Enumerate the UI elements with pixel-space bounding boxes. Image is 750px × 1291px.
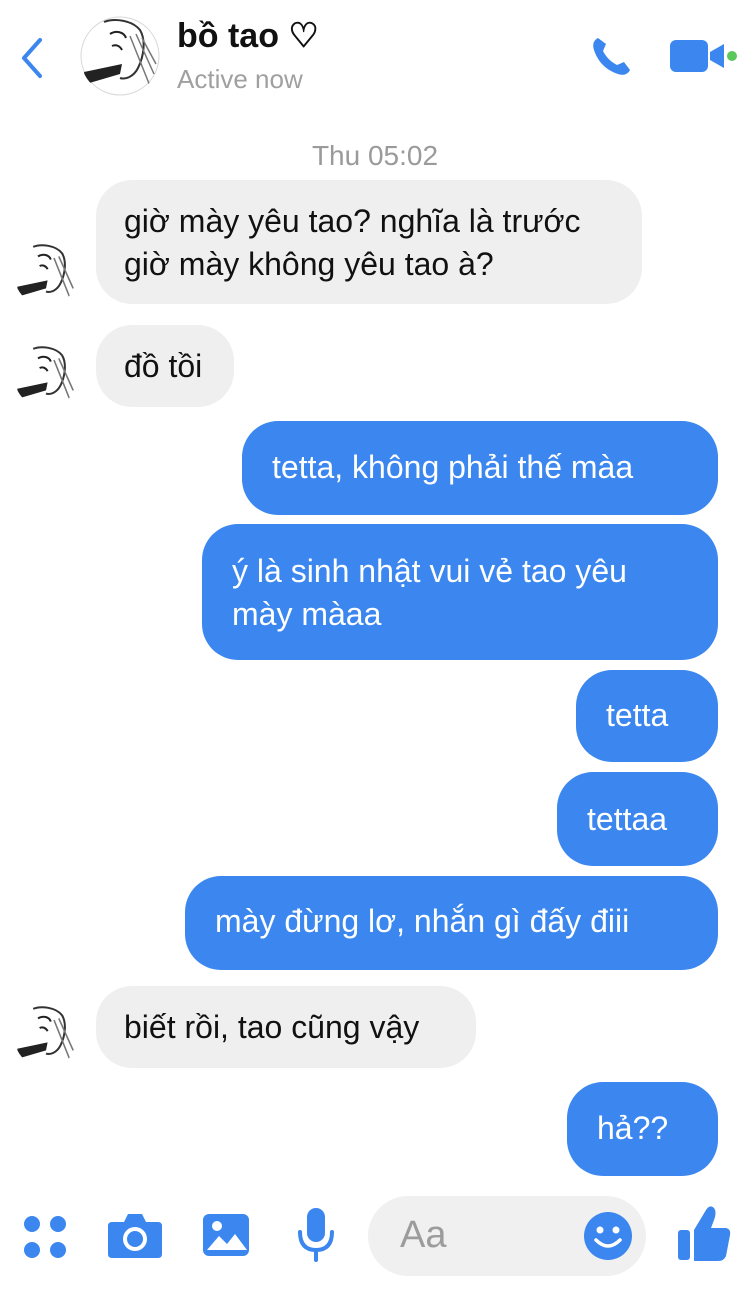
message-bubble-outgoing[interactable]: tettaa — [557, 772, 718, 866]
online-indicator — [727, 51, 737, 61]
image-icon[interactable] — [201, 1210, 251, 1260]
message-timestamp: Thu 05:02 — [311, 140, 439, 171]
back-chevron-icon[interactable] — [18, 36, 48, 80]
sender-avatar[interactable] — [14, 242, 78, 306]
emoji-icon[interactable] — [582, 1210, 634, 1262]
message-bubble-outgoing[interactable]: hả?? — [567, 1082, 718, 1176]
sender-avatar[interactable] — [14, 344, 78, 408]
microphone-icon[interactable] — [296, 1206, 336, 1264]
contact-avatar[interactable] — [80, 16, 160, 96]
video-camera-icon[interactable] — [668, 36, 740, 76]
message-bubble-incoming[interactable]: giờ mày yêu tao? nghĩa là trước giờ mày … — [96, 180, 642, 304]
camera-icon[interactable] — [106, 1210, 164, 1262]
message-input-placeholder: Aa — [400, 1214, 447, 1256]
message-bubble-incoming[interactable]: đồ tồi — [96, 325, 234, 407]
contact-name[interactable]: bồ tao ♡ — [177, 16, 319, 56]
thumbs-up-icon[interactable] — [676, 1204, 732, 1264]
apps-icon[interactable] — [20, 1212, 70, 1262]
message-bubble-outgoing[interactable]: mày đừng lơ, nhắn gì đấy điii — [185, 876, 718, 970]
active-status: Active now — [177, 64, 303, 94]
message-bubble-outgoing[interactable]: tetta — [576, 670, 718, 762]
sender-avatar[interactable] — [14, 1004, 78, 1068]
message-bubble-outgoing[interactable]: tetta, không phải thế màa — [242, 421, 718, 515]
message-bubble-outgoing[interactable]: ý là sinh nhật vui vẻ tao yêu mày màaa — [202, 524, 718, 660]
conversation-header: bồ tao ♡ Active now — [0, 0, 750, 120]
phone-icon[interactable] — [588, 34, 634, 80]
message-bubble-incoming[interactable]: biết rồi, tao cũng vậy — [96, 986, 476, 1068]
